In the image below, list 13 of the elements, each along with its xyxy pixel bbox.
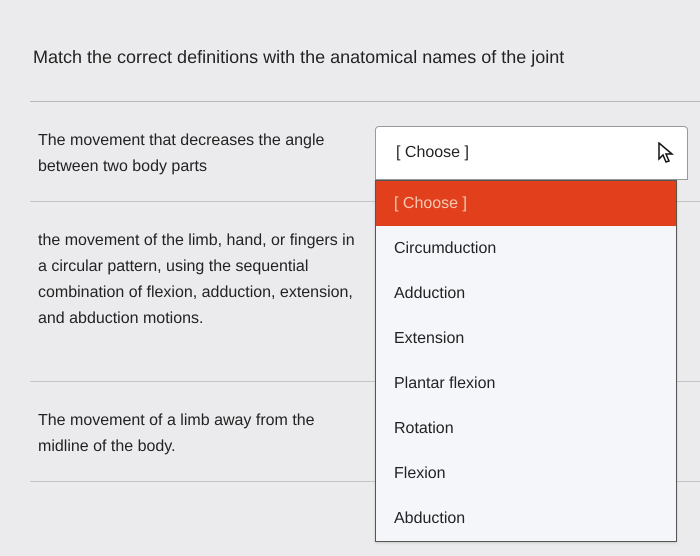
definition-text: The movement of a limb away from the midline of the body. xyxy=(37,411,316,457)
dropdown-option[interactable]: Adduction xyxy=(376,271,676,316)
dropdown-option[interactable]: Rotation xyxy=(376,406,676,451)
dropdown-option[interactable]: Circumduction xyxy=(376,226,676,271)
select-field[interactable]: [ Choose ] xyxy=(375,126,688,180)
question-title: Match the correct definitions with the anatomical names of the joint xyxy=(32,46,566,69)
cursor-icon xyxy=(657,142,675,164)
dropdown-option[interactable]: Plantar flexion xyxy=(376,361,676,406)
dropdown-option[interactable]: Flexion xyxy=(376,451,676,496)
definition-text: the movement of the limb, hand, or fingers in a circular pattern, using the sequential combination of flexion, adduction, extension, and abduction motions. xyxy=(37,231,355,329)
definition-text: The movement that decreases the angle between two body parts xyxy=(37,131,326,177)
dropdown-option[interactable]: Abduction xyxy=(376,496,676,541)
dropdown-option[interactable]: Extension xyxy=(376,316,676,361)
